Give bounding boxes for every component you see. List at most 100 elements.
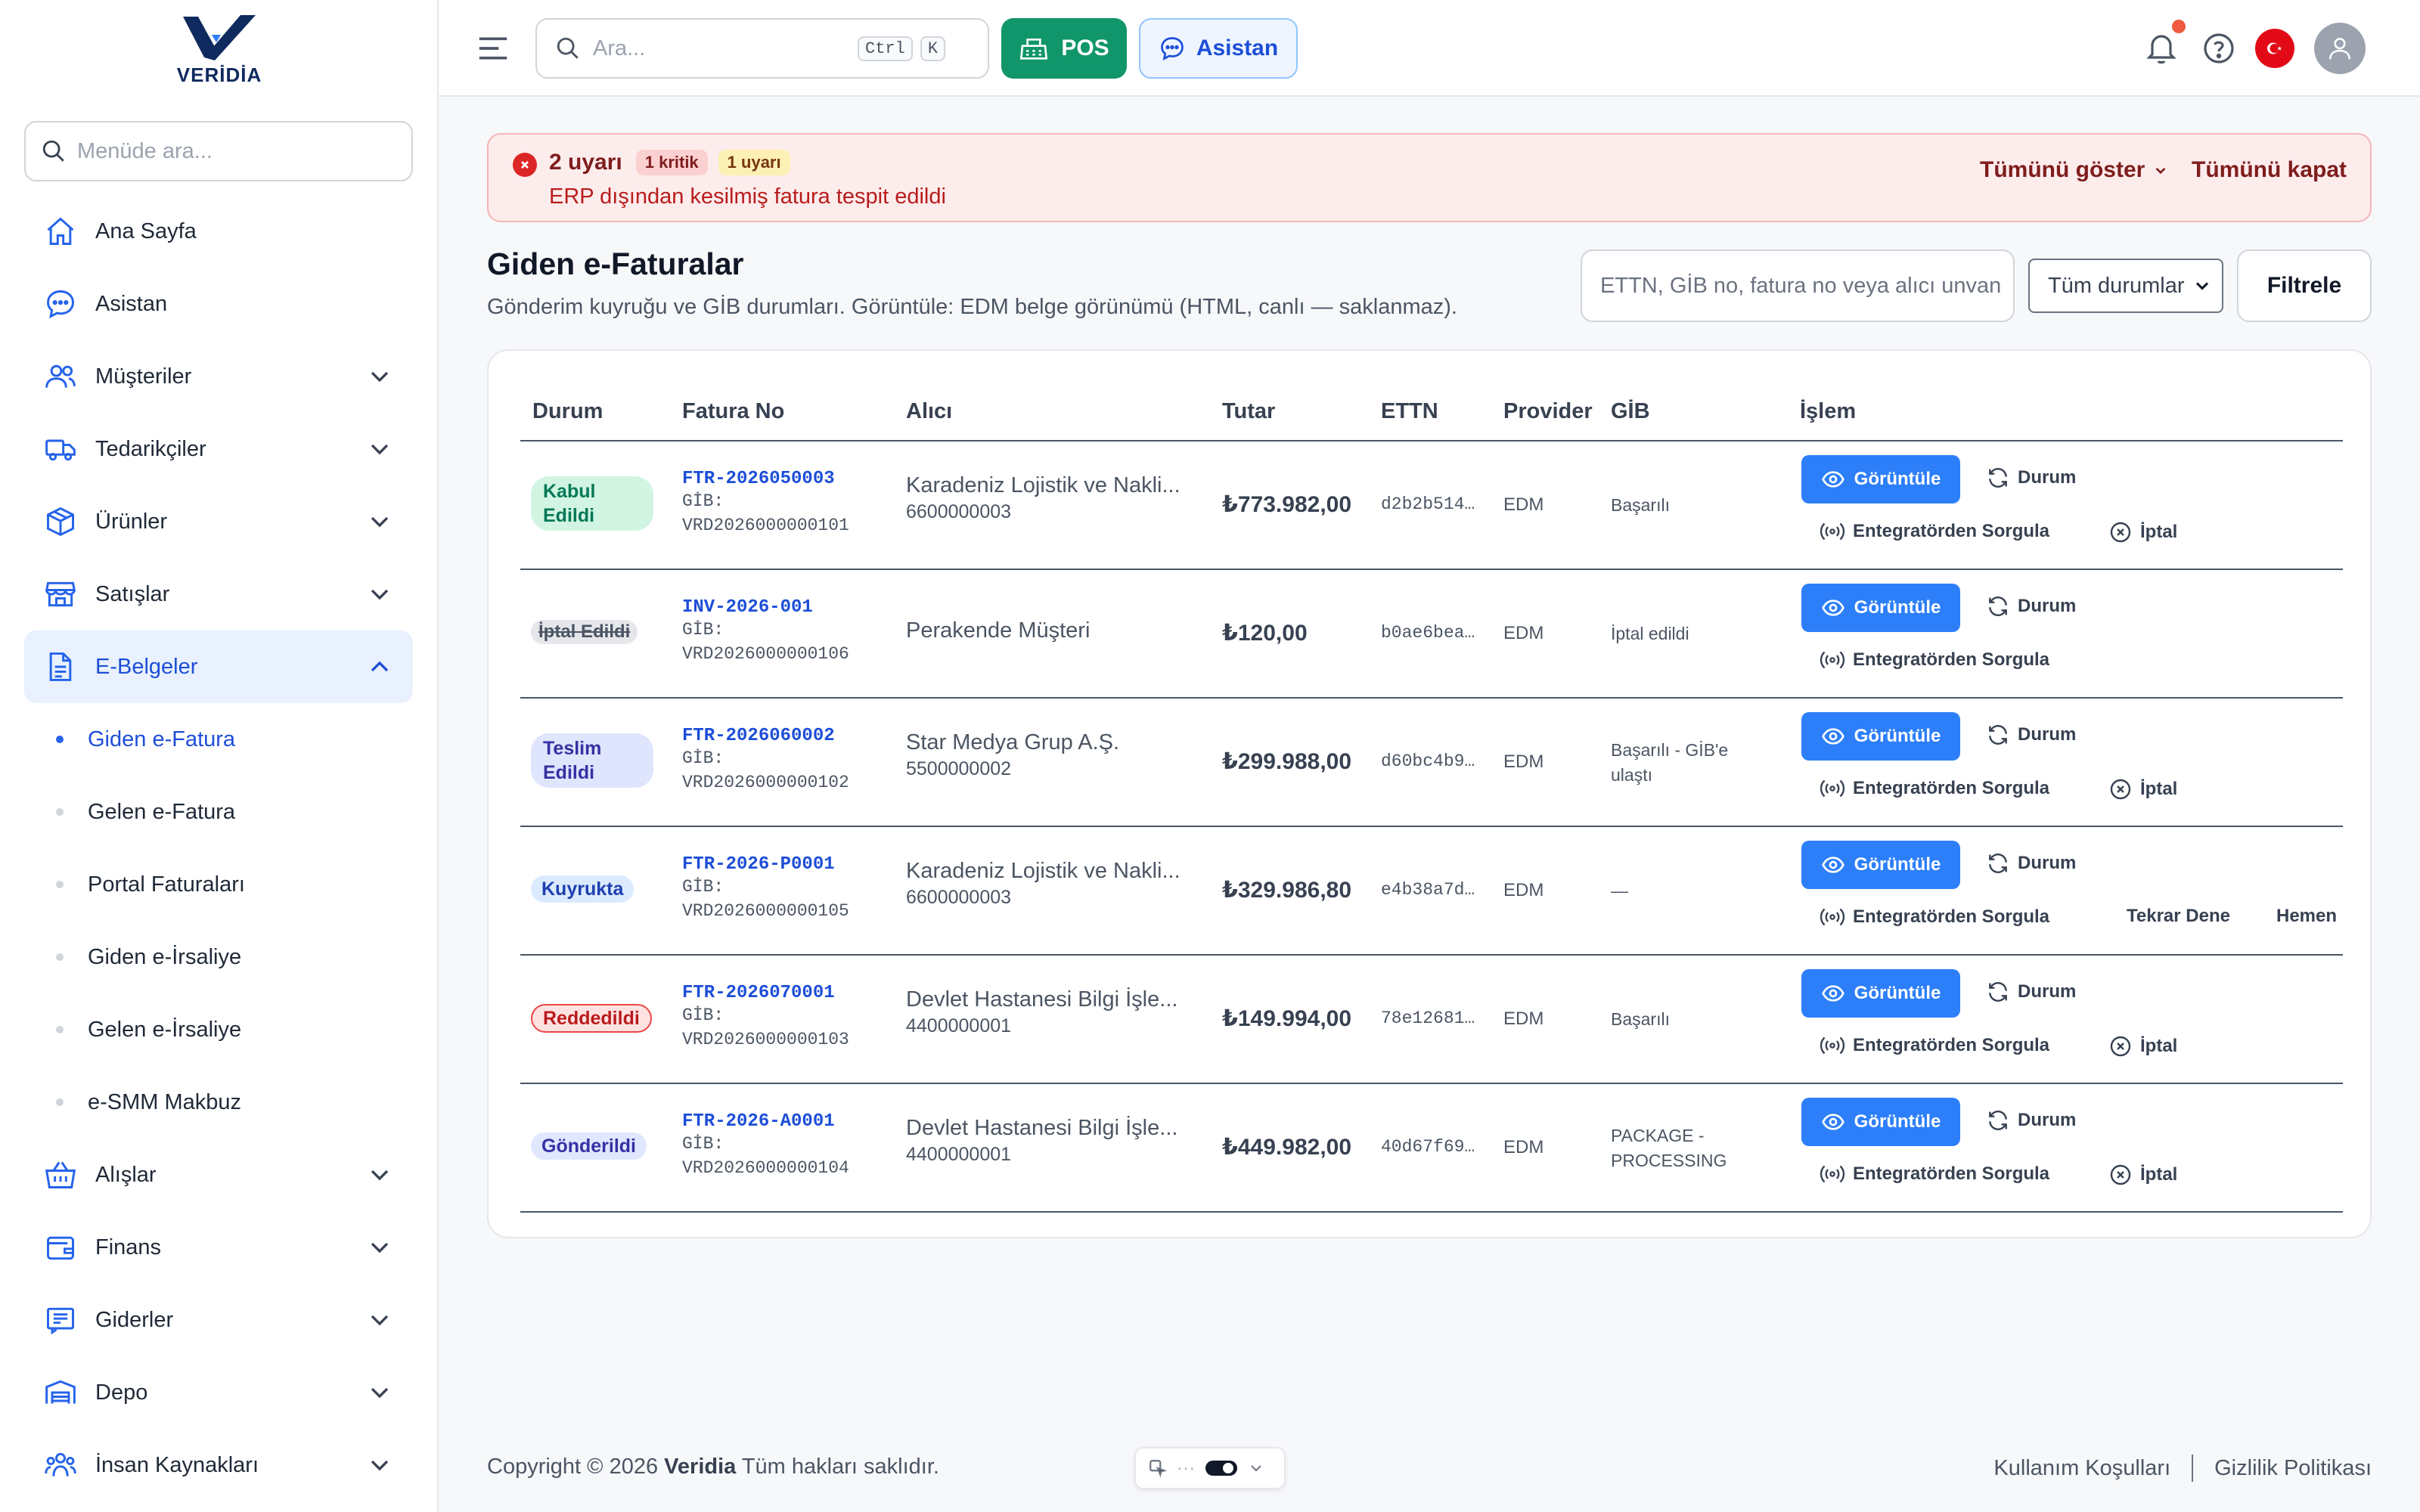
- invoice-number-link[interactable]: FTR-2026070001: [682, 983, 879, 1003]
- view-button[interactable]: Görüntüle: [1801, 712, 1960, 761]
- sidebar-item-sales[interactable]: Satışlar: [24, 558, 413, 631]
- status-filter-select[interactable]: Tüm durumlar: [2028, 259, 2223, 313]
- divider: [2192, 1455, 2194, 1482]
- invoice-number-link[interactable]: FTR-2026-A0001: [682, 1111, 879, 1132]
- column-header-gib[interactable]: GİB: [1611, 399, 1650, 424]
- view-button[interactable]: Görüntüle: [1801, 455, 1960, 503]
- close-circle-icon: [2110, 522, 2131, 543]
- invoice-number-link[interactable]: FTR-2026050003: [682, 469, 879, 489]
- sidebar-item-finance[interactable]: Finans: [24, 1211, 413, 1284]
- retry-button[interactable]: Tekrar Dene: [2127, 906, 2230, 927]
- cancel-button[interactable]: İptal: [2108, 520, 2177, 544]
- send-now-button[interactable]: Hemen: [2276, 906, 2337, 927]
- receiver-cell: Star Medya Grup A.Ş. 5500000002: [906, 730, 1208, 780]
- sidebar-item-assistant[interactable]: Asistan: [24, 268, 413, 340]
- chevron-down-icon[interactable]: [1247, 1459, 1265, 1477]
- show-all-button[interactable]: Tümünü göster: [1980, 157, 2170, 183]
- sidebar-item-label: Finans: [95, 1235, 162, 1259]
- ettn: e4b38a7d…: [1381, 880, 1475, 900]
- sidebar-subitem-outgoing-edespatch[interactable]: Giden e-İrsaliye: [24, 921, 413, 993]
- chevron-down-icon: [371, 444, 389, 455]
- status-refresh-button[interactable]: Durum: [1986, 980, 2076, 1004]
- status-refresh-button[interactable]: Durum: [1986, 851, 2076, 875]
- privacy-link[interactable]: Gizlilik Politikası: [2214, 1456, 2372, 1481]
- column-header-receiver[interactable]: Alıcı: [906, 399, 952, 424]
- copyright-prefix: Copyright © 2026: [487, 1455, 659, 1479]
- query-integrator-button[interactable]: Entegratörden Sorgula: [1820, 520, 2049, 543]
- column-header-provider[interactable]: Provider: [1503, 399, 1593, 424]
- sidebar-subitem-incoming-edespatch[interactable]: Gelen e-İrsaliye: [24, 993, 413, 1066]
- broadcast-icon: [1820, 1036, 1845, 1055]
- filter-button[interactable]: Filtrele: [2237, 249, 2372, 322]
- sidebar-item-edocuments[interactable]: E-Belgeler: [24, 631, 413, 703]
- sidebar-item-expenses[interactable]: Giderler: [24, 1284, 413, 1356]
- sidebar-item-products[interactable]: Ürünler: [24, 485, 413, 558]
- language-flag-tr-icon[interactable]: [2255, 29, 2294, 68]
- veridia-logo-icon: [183, 15, 256, 60]
- bell-icon: [2146, 35, 2176, 64]
- sidebar-subitem-esmm-receipt[interactable]: e-SMM Makbuz: [24, 1066, 413, 1139]
- query-integrator-button[interactable]: Entegratörden Sorgula: [1820, 777, 2049, 800]
- invoice-number-link[interactable]: INV-2026-001: [682, 597, 879, 618]
- status-refresh-button[interactable]: Durum: [1986, 1108, 2076, 1132]
- brand-logo[interactable]: VERİDİA: [166, 12, 272, 88]
- sidebar-item-hr[interactable]: İnsan Kaynakları: [24, 1429, 413, 1501]
- send-now-button-label: Hemen: [2276, 906, 2338, 926]
- invoice-search-input[interactable]: [1600, 273, 2001, 299]
- cancel-button[interactable]: İptal: [2108, 1034, 2177, 1058]
- broadcast-icon: [1820, 522, 1845, 541]
- sidebar-subitem-outgoing-einvoice[interactable]: Giden e-Fatura: [24, 703, 413, 776]
- query-integrator-button[interactable]: Entegratörden Sorgula: [1820, 906, 2049, 928]
- global-search-box[interactable]: Ctrl K: [535, 18, 989, 79]
- menu-toggle-icon[interactable]: [476, 33, 510, 64]
- invoice-search-box[interactable]: [1581, 249, 2015, 322]
- query-integrator-button[interactable]: Entegratörden Sorgula: [1820, 1034, 2049, 1057]
- column-header-invoice-no[interactable]: Fatura No: [682, 399, 784, 424]
- query-integrator-button[interactable]: Entegratörden Sorgula: [1820, 1163, 2049, 1185]
- menu-search-box[interactable]: [24, 121, 413, 181]
- invoice-number-link[interactable]: FTR-2026060002: [682, 726, 879, 746]
- invoice-cell: FTR-2026070001 GİB: VRD2026000000103: [682, 983, 879, 1052]
- sidebar-item-home[interactable]: Ana Sayfa: [24, 195, 413, 268]
- view-button[interactable]: Görüntüle: [1801, 969, 1960, 1018]
- chat-icon: [42, 286, 79, 322]
- gib-number: GİB: VRD2026000000102: [682, 748, 849, 792]
- provider: EDM: [1503, 751, 1544, 772]
- column-header-status[interactable]: Durum: [532, 399, 603, 424]
- terms-link[interactable]: Kullanım Koşulları: [1993, 1456, 2170, 1481]
- status-refresh-button[interactable]: Durum: [1986, 466, 2076, 490]
- ettn: b0ae6bea…: [1381, 623, 1475, 643]
- help-button[interactable]: [2201, 30, 2237, 67]
- sidebar-item-warehouse[interactable]: Depo: [24, 1356, 413, 1429]
- close-all-button[interactable]: Tümünü kapat: [2192, 157, 2347, 183]
- sidebar-subitem-portal-invoices[interactable]: Portal Faturaları: [24, 848, 413, 921]
- wallet-icon: [42, 1229, 79, 1266]
- copyright-suffix: Tüm hakları saklıdır.: [741, 1455, 939, 1479]
- menu-search-input[interactable]: [77, 138, 395, 164]
- sidebar-subitem-incoming-einvoice[interactable]: Gelen e-Fatura: [24, 776, 413, 848]
- user-avatar[interactable]: [2314, 23, 2366, 74]
- view-button[interactable]: Görüntüle: [1801, 841, 1960, 889]
- toggle-switch-icon[interactable]: [1205, 1459, 1238, 1477]
- view-button[interactable]: Görüntüle: [1801, 1098, 1960, 1146]
- sidebar-item-customers[interactable]: Müşteriler: [24, 340, 413, 413]
- invoice-number-link[interactable]: FTR-2026-P0001: [682, 854, 879, 875]
- chevron-down-icon: [371, 371, 389, 383]
- column-header-ettn[interactable]: ETTN: [1381, 399, 1438, 424]
- query-integrator-button[interactable]: Entegratörden Sorgula: [1820, 649, 2049, 671]
- view-button[interactable]: Görüntüle: [1801, 584, 1960, 632]
- dev-toolbar[interactable]: ···: [1134, 1447, 1286, 1489]
- sidebar-item-purchases[interactable]: Alışlar: [24, 1139, 413, 1211]
- cancel-button[interactable]: İptal: [2108, 777, 2177, 801]
- notifications-button[interactable]: [2143, 20, 2186, 67]
- column-header-amount[interactable]: Tutar: [1222, 399, 1275, 424]
- sidebar-item-suppliers[interactable]: Tedarikçiler: [24, 413, 413, 485]
- assistant-button[interactable]: Asistan: [1139, 18, 1298, 79]
- pos-button[interactable]: POS: [1001, 18, 1127, 79]
- query-button-label: Entegratörden Sorgula: [1853, 778, 2050, 798]
- status-refresh-button[interactable]: Durum: [1986, 723, 2076, 747]
- status-refresh-button[interactable]: Durum: [1986, 594, 2076, 618]
- cancel-button[interactable]: İptal: [2108, 1163, 2177, 1187]
- global-search-input[interactable]: [593, 36, 850, 61]
- page-title: Giden e-Faturalar: [487, 246, 744, 281]
